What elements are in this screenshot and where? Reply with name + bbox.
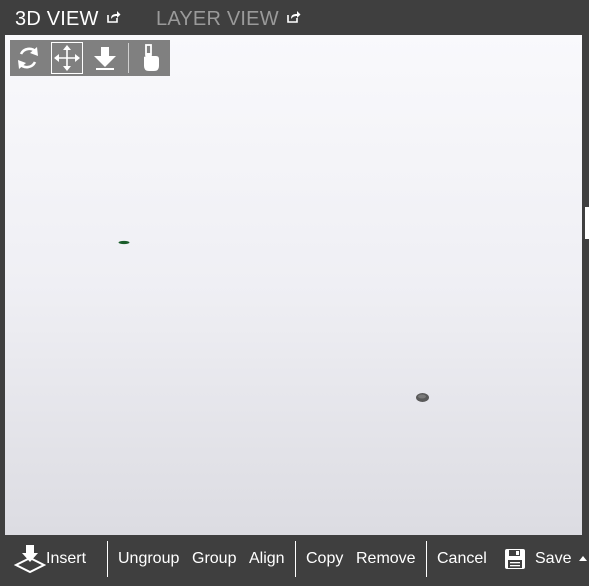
popout-icon[interactable] xyxy=(286,7,301,23)
rotate-icon xyxy=(18,47,38,69)
toolbar-divider xyxy=(128,43,129,73)
remove-label: Remove xyxy=(356,550,416,567)
align-button[interactable]: Align xyxy=(249,535,285,583)
bottom-action-bar: Insert Ungroup Group Align Copy Remove C… xyxy=(0,535,589,586)
popout-icon[interactable] xyxy=(106,7,121,23)
save-options-button[interactable] xyxy=(578,535,588,583)
app-window: 3D VIEW LAYER VIEW Insert Ungroup Group … xyxy=(0,0,589,586)
green-object[interactable] xyxy=(118,232,130,245)
tab-3d-view[interactable]: 3D VIEW xyxy=(15,6,121,32)
separator xyxy=(107,541,108,577)
copy-label: Copy xyxy=(306,550,344,567)
separator xyxy=(295,541,296,577)
tab-layer-view[interactable]: LAYER VIEW xyxy=(156,6,301,32)
save-label: Save xyxy=(535,550,572,567)
save-disk-icon xyxy=(505,549,525,569)
dark-object[interactable] xyxy=(415,390,430,402)
tab-3d-view-label: 3D VIEW xyxy=(15,7,99,30)
align-label: Align xyxy=(249,550,285,567)
move-arrows-icon xyxy=(54,45,80,71)
copy-button[interactable]: Copy xyxy=(306,535,343,583)
rotate-button[interactable] xyxy=(12,42,44,74)
hand-pointer-icon xyxy=(144,44,159,71)
view-mode-toolbar xyxy=(10,40,170,76)
cancel-label: Cancel xyxy=(437,550,487,567)
ungroup-button[interactable]: Ungroup xyxy=(118,535,179,583)
pan-button[interactable] xyxy=(51,42,83,74)
panel-resize-handle[interactable] xyxy=(585,207,589,239)
down-arrow-icon xyxy=(94,47,116,70)
ungroup-label: Ungroup xyxy=(118,550,180,567)
save-button[interactable]: Save xyxy=(504,535,571,583)
remove-button[interactable]: Remove xyxy=(356,535,416,583)
right-panel-edge xyxy=(582,35,589,535)
3d-viewport[interactable] xyxy=(5,35,582,535)
insert-label: Insert xyxy=(46,550,87,567)
insert-icon xyxy=(14,545,46,574)
cancel-button[interactable]: Cancel xyxy=(437,535,487,583)
drop-to-floor-button[interactable] xyxy=(89,42,121,74)
tab-layer-view-label: LAYER VIEW xyxy=(156,7,279,30)
select-button[interactable] xyxy=(134,42,166,74)
group-button[interactable]: Group xyxy=(192,535,236,583)
group-label: Group xyxy=(192,550,237,567)
separator xyxy=(426,541,427,577)
view-tab-bar: 3D VIEW LAYER VIEW xyxy=(0,0,589,34)
insert-button[interactable]: Insert xyxy=(14,535,86,583)
caret-up-icon xyxy=(579,556,587,561)
